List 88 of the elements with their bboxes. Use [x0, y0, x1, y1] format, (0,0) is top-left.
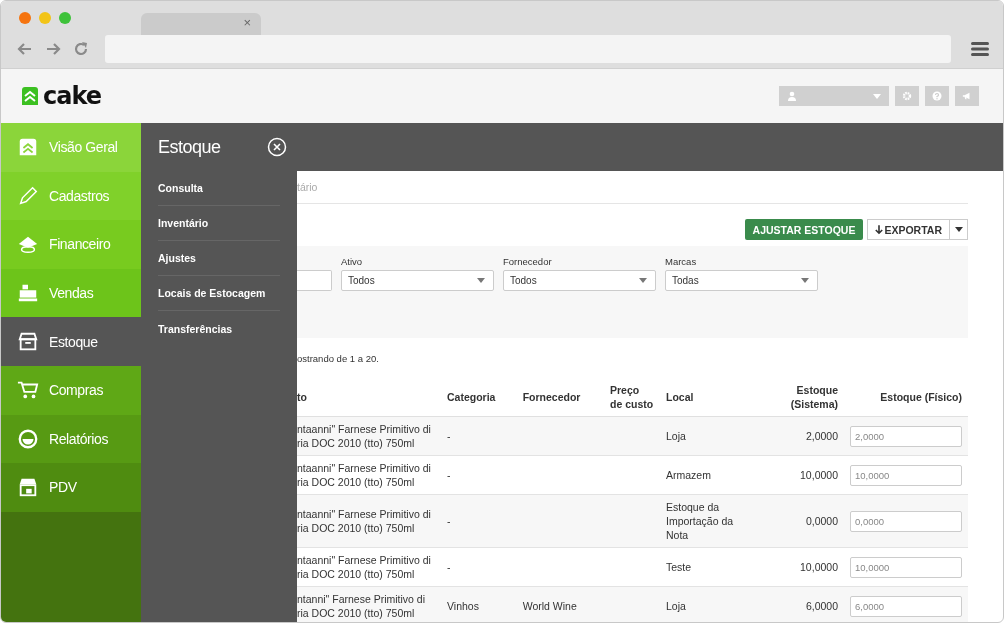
- sidebar-item[interactable]: Vendas: [1, 268, 141, 318]
- column-header: Estoque (Sistema): [790, 384, 838, 410]
- physical-stock-field[interactable]: 6,0000: [850, 595, 962, 617]
- tab-close-button[interactable]: ×: [243, 14, 251, 32]
- download-arrow-icon: [875, 224, 884, 235]
- submenu-link[interactable]: Inventário: [158, 217, 209, 229]
- caret-icon: [954, 227, 963, 232]
- table-cell: 10,0000: [800, 561, 838, 573]
- table-cell: 0,0000: [805, 515, 838, 527]
- reload-icon[interactable]: [73, 41, 89, 57]
- menu-icon[interactable]: [971, 41, 989, 57]
- table-cell: 2,0000: [805, 430, 838, 442]
- column-header: Estoque (Físico): [880, 391, 962, 403]
- submenu-link[interactable]: Transferências: [158, 322, 233, 335]
- table-cell-text: ntanni" Farnese Primitivo di ria DOC 2010 (tto) 750ml: [297, 592, 427, 620]
- filter-input[interactable]: [297, 270, 332, 291]
- table-cell: Loja: [666, 430, 686, 442]
- pencil-icon: [17, 184, 39, 207]
- user-icon: [787, 91, 797, 101]
- table-cell: 10,0000: [800, 469, 838, 481]
- back-arrow-icon[interactable]: [17, 41, 33, 57]
- physical-stock-field[interactable]: 0,0000: [850, 510, 962, 532]
- gear-icon: [902, 91, 912, 101]
- column-header: Categoria: [447, 391, 496, 403]
- filter-label: Ativo: [341, 256, 363, 267]
- announcements-button[interactable]: [955, 86, 979, 106]
- table-cell: -: [447, 469, 451, 481]
- submenu-link[interactable]: Ajustes: [158, 252, 196, 264]
- filter-select[interactable]: Todas: [665, 270, 818, 291]
- caret-icon: [639, 278, 647, 283]
- close-icon[interactable]: [267, 137, 287, 157]
- table-cell: Teste: [666, 561, 692, 573]
- close-window-dot[interactable]: [19, 12, 31, 24]
- table-cell: 6,0000: [805, 600, 838, 612]
- address-bar[interactable]: [105, 35, 951, 63]
- caret-icon: [477, 278, 485, 283]
- submenu-link[interactable]: Consulta: [158, 182, 203, 194]
- help-button[interactable]: [925, 86, 949, 106]
- filter-select[interactable]: Todos: [341, 270, 494, 291]
- column-header: Preço de custo: [610, 384, 654, 410]
- table-cell: -: [447, 515, 451, 527]
- caret-icon: [873, 93, 881, 99]
- export-button[interactable]: EXPORTAR: [867, 219, 950, 240]
- box-icon: [17, 330, 39, 353]
- physical-stock-field[interactable]: 10,0000: [850, 556, 962, 578]
- export-options-button[interactable]: [950, 219, 968, 240]
- column-header: to: [297, 391, 307, 403]
- physical-stock-field[interactable]: 10,0000: [850, 464, 962, 486]
- maximize-window-dot[interactable]: [59, 12, 71, 24]
- table-cell-text: ntaanni" Farnese Primitivo di ria DOC 2010 (tto) 750ml: [297, 461, 432, 489]
- sidebar-item[interactable]: Financeiro: [1, 220, 141, 269]
- filter-label: Marcas: [665, 256, 697, 267]
- table-cell: Vinhos: [447, 600, 479, 612]
- table-cell: Estoque da Importação da Nota: [666, 501, 734, 541]
- table-cell: World Wine: [522, 600, 577, 612]
- user-dropdown[interactable]: [779, 86, 889, 106]
- filter-select[interactable]: Todos: [503, 270, 656, 291]
- help-icon: [932, 91, 942, 101]
- filter-label: Fornecedor: [503, 256, 552, 267]
- table-cell: -: [447, 430, 451, 442]
- table-cell-text: ntaanni" Farnese Primitivo di ria DOC 2010 (tto) 750ml: [297, 553, 432, 581]
- table-cell: -: [447, 561, 451, 573]
- caret-icon: [801, 278, 809, 283]
- breadcrumb-link[interactable]: tário: [297, 181, 318, 193]
- megaphone-icon: [962, 91, 972, 101]
- forward-arrow-icon[interactable]: [45, 41, 61, 57]
- sidebar-item[interactable]: Compras: [1, 365, 141, 415]
- minimize-window-dot[interactable]: [39, 12, 51, 24]
- sidebar-item[interactable]: Relatórios: [1, 414, 141, 464]
- sidebar-item[interactable]: PDV: [1, 463, 141, 512]
- store-icon: [17, 476, 39, 499]
- chart-icon: [17, 427, 39, 450]
- column-header: Local: [666, 391, 694, 403]
- submenu-link[interactable]: Locais de Estocagem: [158, 287, 266, 299]
- sidebar-item[interactable]: Estoque: [1, 317, 141, 366]
- browser-tab[interactable]: ×: [141, 13, 261, 35]
- table-cell-text: ntaanni" Farnese Primitivo di ria DOC 2010 (tto) 750ml: [297, 507, 432, 535]
- settings-button[interactable]: [895, 86, 919, 106]
- results-summary: ostrando de 1 a 20.: [297, 352, 379, 364]
- submenu-title: Estoque: [158, 136, 221, 158]
- adjust-stock-button[interactable]: AJUSTAR ESTOQUE: [744, 219, 864, 240]
- column-header: Fornecedor: [522, 391, 581, 403]
- table-cell: Loja: [666, 600, 686, 612]
- physical-stock-field[interactable]: 2,0000: [850, 425, 962, 447]
- logo-text: cake: [43, 83, 101, 109]
- table-cell: Armazem: [666, 469, 711, 481]
- table-cell-text: ntaanni" Farnese Primitivo di ria DOC 2010 (tto) 750ml: [297, 422, 432, 450]
- logo-icon: [19, 85, 41, 107]
